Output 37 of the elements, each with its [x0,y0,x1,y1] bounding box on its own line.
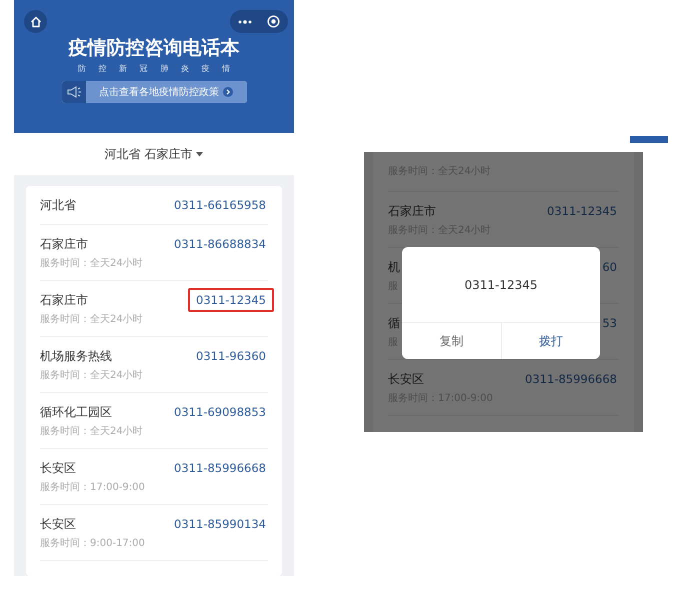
contact-name: 河北省 [40,196,76,214]
megaphone-icon [66,86,82,98]
contact-name: 机场服务热线 [40,348,112,364]
caret-icon [196,152,204,156]
dialog-number: 0311-12345 [464,278,538,292]
home-icon [30,16,42,28]
phone-link[interactable]: 0311-12345 [188,288,274,312]
chevron-icon [223,87,233,97]
contact-name: 循环化工园区 [40,404,112,420]
phone-link[interactable]: 0311-96360 [188,344,274,368]
phone-link[interactable]: 0311-85996668 [166,456,274,480]
contact-name: 石家庄市 [40,292,88,308]
service-hours: 服务时间：全天24小时 [40,369,143,383]
accent-bar [630,136,668,143]
app-title: 疫情防控咨询电话本 [68,36,240,60]
phone-link[interactable]: 0311-69098853 [166,400,274,424]
contact-name: 长安区 [388,370,424,388]
contact-name: 长安区 [40,460,76,476]
service-hours: 服务时间：全天24小时 [40,425,143,439]
phone-link[interactable]: 0311-85990134 [166,512,274,536]
call-button[interactable]: 拨打 [500,323,600,359]
app-subtitle: 防 控 新 冠 肺 炎 疫 情 [78,63,230,74]
contact-name: 机 [388,258,400,276]
service-hours: 服务时间：17:00-9:00 [40,481,145,495]
contact-name: 长安区 [40,516,76,532]
contact-name: 石家庄市 [40,236,88,252]
service-hours: 服务时间：全天24小时 [40,257,143,271]
service-hours: 服务时间：全天24小时 [40,313,143,327]
contact-name: 石家庄市 [388,202,436,220]
phone-link[interactable]: 0311-66165958 [166,193,274,217]
more-icon[interactable] [238,20,252,24]
home-button[interactable] [24,10,47,33]
contact-name: 循 [388,314,400,332]
banner-text: 点击查看各地疫情防控政策 [99,86,219,99]
phone-link[interactable]: 0311-86688834 [166,232,274,256]
location-selector[interactable]: 河北省 石家庄市 [14,133,294,175]
service-hours: 服务时间：9:00-17:00 [40,537,145,551]
